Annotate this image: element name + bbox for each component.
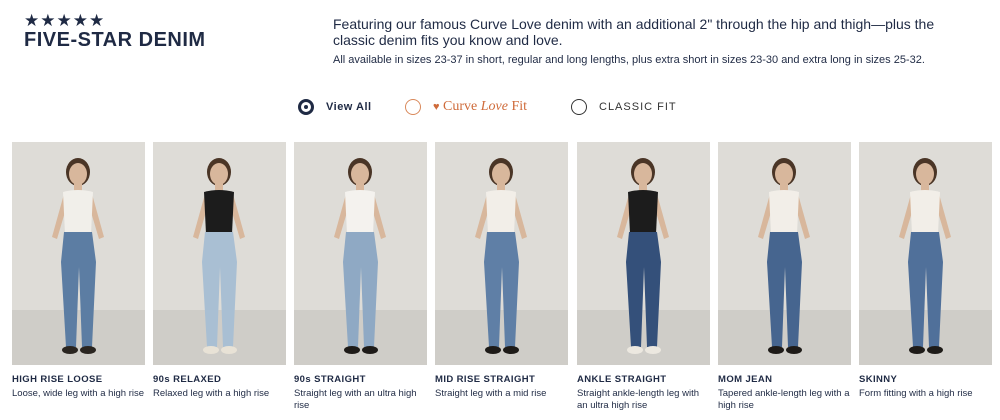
- product-photo[interactable]: [294, 142, 427, 365]
- product-description: Loose, wide leg with a high rise: [12, 388, 145, 399]
- model-figure: [718, 142, 851, 365]
- model-figure: [577, 142, 710, 365]
- model-figure: [12, 142, 145, 365]
- product-card[interactable]: SKINNY Form fitting with a high rise: [859, 142, 992, 400]
- product-card[interactable]: MOM JEAN Tapered ankle-length leg with a…: [718, 142, 851, 412]
- product-photo[interactable]: [12, 142, 145, 365]
- product-name[interactable]: MID RISE STRAIGHT: [435, 374, 568, 385]
- product-description: Tapered ankle-length leg with a high ris…: [718, 388, 850, 411]
- radio-unselected-icon[interactable]: [571, 99, 587, 115]
- intro-description: Featuring our famous Curve Love denim wi…: [333, 16, 935, 48]
- product-photo[interactable]: [718, 142, 851, 365]
- product-name[interactable]: SKINNY: [859, 374, 992, 385]
- product-name[interactable]: ANKLE STRAIGHT: [577, 374, 710, 385]
- product-card[interactable]: 90s RELAXED Relaxed leg with a high rise: [153, 142, 286, 400]
- product-name[interactable]: MOM JEAN: [718, 374, 851, 385]
- intro-text: Featuring our famous Curve Love denim wi…: [333, 16, 978, 67]
- rating-stars: ★★★★★: [24, 11, 106, 30]
- radio-selected-icon[interactable]: [298, 99, 314, 115]
- product-card[interactable]: HIGH RISE LOOSE Loose, wide leg with a h…: [12, 142, 145, 400]
- fit-filter-group: View All ♥ Curve Love Fit CLASSIC FIT: [298, 95, 718, 119]
- radio-unselected-icon[interactable]: [405, 99, 421, 115]
- product-card[interactable]: 90s STRAIGHT Straight leg with an ultra …: [294, 142, 427, 412]
- product-description: Straight leg with an ultra high rise: [294, 388, 417, 411]
- filter-classic-fit-label: CLASSIC FIT: [599, 101, 677, 113]
- filter-view-all[interactable]: View All: [298, 95, 372, 119]
- product-name[interactable]: 90s RELAXED: [153, 374, 286, 385]
- product-description: Straight leg with a mid rise: [435, 388, 547, 399]
- heart-icon: ♥: [433, 101, 440, 113]
- model-figure: [859, 142, 992, 365]
- product-description: Form fitting with a high rise: [859, 388, 973, 399]
- product-description: Straight ankle-length leg with an ultra …: [577, 388, 699, 411]
- product-photo[interactable]: [577, 142, 710, 365]
- model-figure: [435, 142, 568, 365]
- product-card[interactable]: MID RISE STRAIGHT Straight leg with a mi…: [435, 142, 568, 400]
- filter-view-all-label: View All: [326, 101, 372, 113]
- curve-love-fit-logo: ♥ Curve Love Fit: [433, 99, 528, 114]
- product-photo[interactable]: [859, 142, 992, 365]
- product-name[interactable]: 90s STRAIGHT: [294, 374, 427, 385]
- product-card[interactable]: ANKLE STRAIGHT Straight ankle-length leg…: [577, 142, 710, 412]
- sizes-note: All available in sizes 23-37 in short, r…: [333, 54, 925, 66]
- filter-classic-fit[interactable]: CLASSIC FIT: [571, 95, 677, 119]
- product-photo[interactable]: [153, 142, 286, 365]
- product-description: Relaxed leg with a high rise: [153, 388, 270, 399]
- product-name[interactable]: HIGH RISE LOOSE: [12, 374, 145, 385]
- filter-curve-love-fit[interactable]: ♥ Curve Love Fit: [405, 95, 527, 119]
- page-title: FIVE-STAR DENIM: [24, 29, 206, 51]
- product-photo[interactable]: [435, 142, 568, 365]
- model-figure: [294, 142, 427, 365]
- model-figure: [153, 142, 286, 365]
